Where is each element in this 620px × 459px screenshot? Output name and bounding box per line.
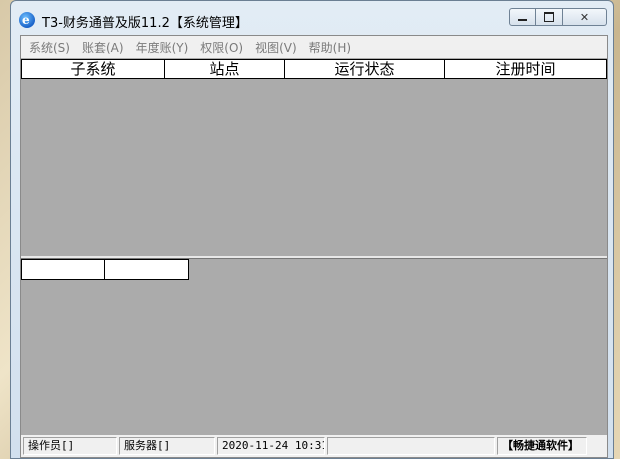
subsystem-list-pane[interactable]: 子系统 站点 运行状态 注册时间 bbox=[21, 58, 607, 256]
menu-system[interactable]: 系统(S) bbox=[23, 39, 76, 56]
menu-bar: 系统(S) 账套(A) 年度账(Y) 权限(O) 视图(V) 帮助(H) bbox=[21, 36, 607, 58]
column-header-site[interactable]: 站点 bbox=[165, 60, 285, 78]
column-header-subsystem[interactable]: 子系统 bbox=[21, 60, 165, 78]
title-bar[interactable]: e T3-财务通普及版11.2【系统管理】 ✕ bbox=[11, 1, 613, 35]
column-header-register-time[interactable]: 注册时间 bbox=[445, 60, 607, 78]
status-brand: 【畅捷通软件】 bbox=[497, 437, 587, 455]
status-empty bbox=[327, 437, 495, 455]
status-datetime: 2020-11-24 10:31 bbox=[217, 437, 325, 455]
app-window: e T3-财务通普及版11.2【系统管理】 ✕ 系统(S) 账套(A) 年度账(… bbox=[10, 0, 614, 459]
task-table-header bbox=[21, 259, 189, 280]
status-server: 服务器[] bbox=[119, 437, 215, 455]
window-controls: ✕ bbox=[509, 8, 607, 28]
close-button[interactable]: ✕ bbox=[563, 8, 607, 26]
status-operator: 操作员[] bbox=[23, 437, 117, 455]
maximize-button[interactable] bbox=[536, 8, 563, 26]
app-e-icon: e bbox=[19, 12, 35, 28]
menu-annual-account[interactable]: 年度账(Y) bbox=[130, 39, 195, 56]
column-header-run-status[interactable]: 运行状态 bbox=[285, 60, 445, 78]
status-bar: 操作员[] 服务器[] 2020-11-24 10:31 【畅捷通软件】 bbox=[21, 435, 607, 457]
window-title: T3-财务通普及版11.2【系统管理】 bbox=[42, 16, 248, 31]
client-area: 系统(S) 账套(A) 年度账(Y) 权限(O) 视图(V) 帮助(H) 子系统… bbox=[20, 35, 608, 458]
close-icon: ✕ bbox=[579, 10, 590, 24]
minimize-icon bbox=[518, 19, 527, 21]
menu-account-set[interactable]: 账套(A) bbox=[76, 39, 130, 56]
column-header-blank-2[interactable] bbox=[105, 259, 189, 280]
maximize-icon bbox=[544, 12, 554, 22]
column-header-blank-1[interactable] bbox=[21, 259, 105, 280]
menu-view[interactable]: 视图(V) bbox=[249, 39, 303, 56]
menu-help[interactable]: 帮助(H) bbox=[303, 39, 357, 56]
subsystem-table-header: 子系统 站点 运行状态 注册时间 bbox=[21, 59, 607, 79]
task-list-pane[interactable] bbox=[21, 259, 607, 434]
minimize-button[interactable] bbox=[509, 8, 536, 26]
menu-permission[interactable]: 权限(O) bbox=[194, 39, 249, 56]
